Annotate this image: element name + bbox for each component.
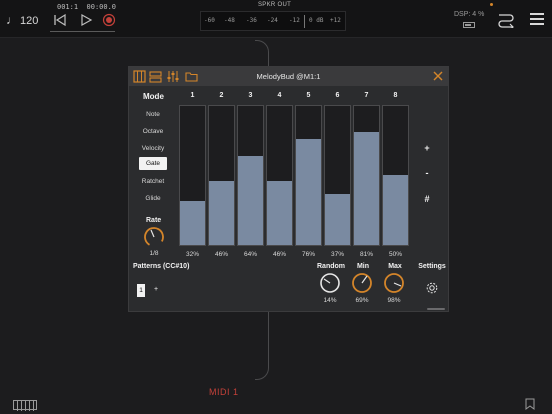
mode-title: Mode [143, 92, 164, 101]
step-value: 32% [185, 251, 199, 258]
mode-item-glide[interactable]: Glide [139, 192, 167, 205]
patterns-title: Patterns (CC#10) [133, 263, 190, 270]
close-icon[interactable] [432, 70, 444, 82]
step-value: 64% [243, 251, 257, 258]
meter-title: SPKR OUT [258, 2, 292, 8]
gear-icon[interactable] [425, 281, 439, 295]
step-fill [209, 181, 234, 245]
resize-handle[interactable] [427, 308, 445, 310]
randomize-button[interactable]: # [421, 194, 433, 204]
rate-label: Rate [146, 217, 162, 224]
step-number: 6 [335, 92, 340, 99]
mode-item-note[interactable]: Note [139, 108, 167, 121]
step-number: 4 [277, 92, 282, 99]
step-value: 46% [214, 251, 228, 258]
transport-divider [50, 31, 115, 32]
rate-knob[interactable] [143, 226, 165, 248]
step-slider[interactable] [266, 105, 293, 246]
step-fill [296, 139, 321, 245]
step-value: 37% [330, 251, 344, 258]
step-slider[interactable] [382, 105, 409, 246]
meter-label: -36 [246, 17, 257, 24]
top-toolbar: ♩ 120 001:1 00:00.0 SPKR OUT -60 -48 -36 … [0, 0, 552, 38]
record-button[interactable] [101, 12, 117, 28]
step-number: 3 [248, 92, 253, 99]
hamburger-menu-icon[interactable] [530, 13, 544, 25]
mode-item-gate[interactable]: Gate [139, 157, 167, 170]
min-knob[interactable] [351, 272, 373, 294]
step-fill [267, 181, 292, 245]
plugin-header: MelodyBud @M1:1 [129, 67, 448, 86]
output-level-meter: -60 -48 -36 -24 -12 0 dB +12 [200, 11, 346, 31]
max-label: Max [388, 263, 402, 270]
meter-label: +12 [330, 17, 341, 24]
step-slider[interactable] [237, 105, 264, 246]
meter-label: -60 [204, 17, 215, 24]
min-value: 69% [355, 297, 369, 304]
settings-label: Settings [418, 263, 446, 270]
meter-zero-marker [304, 15, 318, 28]
step-slider[interactable] [295, 105, 322, 246]
meter-label: -12 [289, 17, 300, 24]
step-value: 81% [359, 251, 373, 258]
step-number: 2 [219, 92, 224, 99]
rate-value: 1/8 [149, 250, 159, 257]
dsp-load: DSP: 4 % [454, 11, 485, 18]
step-value: 46% [272, 251, 286, 258]
plugin-window: MelodyBud @M1:1 Mode Note Octave Velocity G… [128, 66, 449, 312]
position-time: 00:00.0 [86, 3, 117, 11]
step-number: 1 [190, 92, 195, 99]
transport-position: 001:1 00:00.0 [57, 3, 116, 11]
add-pattern-button[interactable]: + [154, 286, 158, 293]
tempo-value: 120 [20, 15, 39, 27]
step-value: 50% [388, 251, 402, 258]
tempo-display[interactable]: ♩ 120 [6, 13, 38, 27]
step-slider[interactable] [324, 105, 351, 246]
position-bars: 001:1 [57, 3, 79, 11]
quarter-note-icon: ♩ [6, 13, 18, 27]
step-slider[interactable] [179, 105, 206, 246]
random-knob[interactable] [319, 272, 341, 294]
mode-item-ratchet[interactable]: Ratchet [139, 175, 167, 188]
step-number: 8 [393, 92, 398, 99]
battery-icon [463, 22, 475, 28]
step-fill [238, 156, 263, 245]
min-label: Min [356, 263, 370, 270]
bookmark-icon[interactable] [525, 398, 535, 410]
add-step-button[interactable]: + [421, 143, 433, 153]
remove-step-button[interactable]: - [421, 168, 433, 178]
meter-label: -24 [267, 17, 278, 24]
pattern-slot-button[interactable]: 1 [137, 284, 145, 297]
notification-dot-icon [490, 3, 493, 6]
max-value: 98% [387, 297, 401, 304]
plugin-title: MelodyBud @M1:1 [256, 72, 321, 81]
step-fill [383, 175, 408, 245]
step-fill [180, 201, 205, 245]
step-value: 76% [301, 251, 315, 258]
midi-node-label[interactable]: MIDI 1 [209, 387, 239, 397]
mode-item-octave[interactable]: Octave [139, 125, 167, 138]
step-slider[interactable] [208, 105, 235, 246]
step-fill [354, 132, 379, 245]
step-slider[interactable] [353, 105, 380, 246]
mode-item-velocity[interactable]: Velocity [139, 142, 167, 155]
max-knob[interactable] [383, 272, 405, 294]
step-number: 5 [306, 92, 311, 99]
rewind-button[interactable] [52, 12, 68, 28]
random-value: 14% [323, 297, 337, 304]
play-button[interactable] [78, 12, 94, 28]
keyboard-icon[interactable] [13, 400, 37, 411]
step-fill [325, 194, 350, 245]
meter-label: -48 [224, 17, 235, 24]
random-label: Random [317, 263, 345, 270]
step-number: 7 [364, 92, 369, 99]
routing-icon[interactable] [497, 11, 515, 28]
